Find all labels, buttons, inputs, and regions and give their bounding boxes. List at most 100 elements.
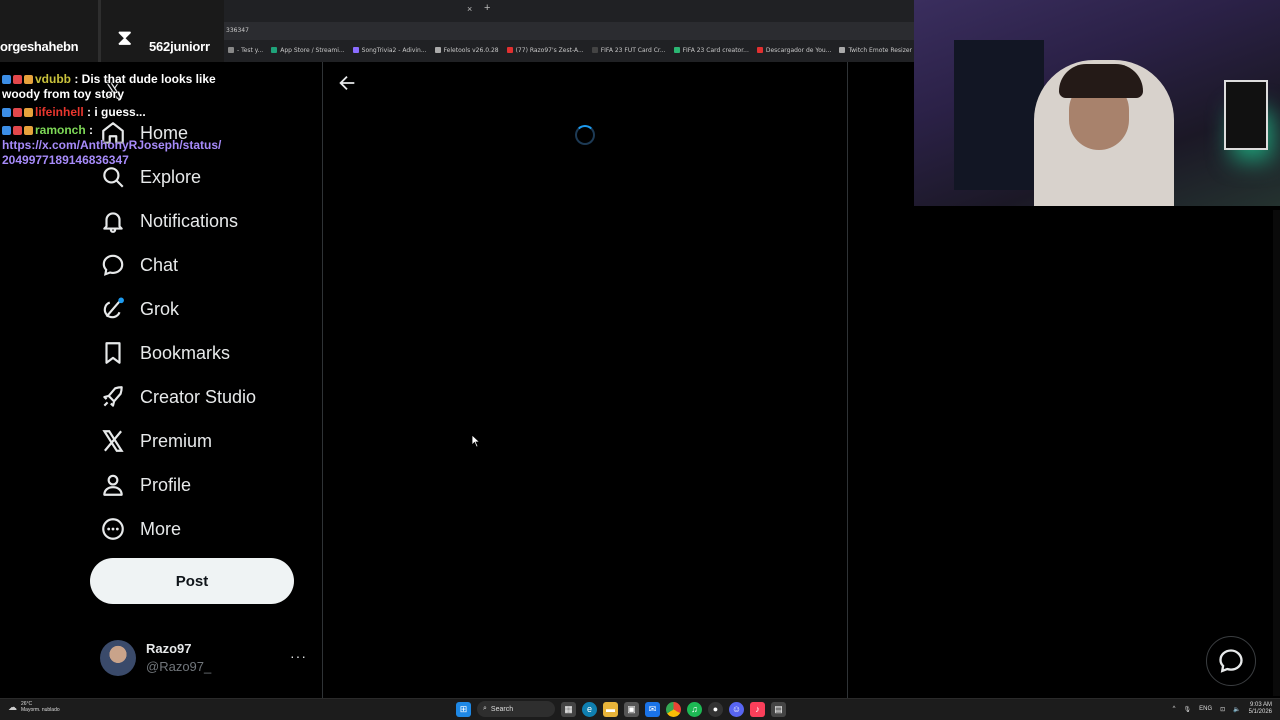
chat-message: lifeinhell : i guess... xyxy=(2,105,222,120)
widgets-icon[interactable]: ▦ xyxy=(561,701,576,717)
back-arrow-icon[interactable] xyxy=(336,72,358,94)
bookmark-item[interactable]: FIFA 23 FUT Card Cr... xyxy=(591,46,666,54)
avatar xyxy=(100,640,136,676)
system-tray: ^ 🎙 ENG ⊡ 🔈 9:03 AM 5/1/2026 xyxy=(1173,702,1272,716)
chevron-up-icon[interactable]: ^ xyxy=(1173,706,1176,712)
bookmark-item[interactable]: Descargador de You... xyxy=(756,46,832,54)
webcam-feed xyxy=(914,0,1280,206)
stream-chat: vdubb : Dis that dude looks like woody f… xyxy=(2,72,222,171)
music-icon[interactable]: ♪ xyxy=(750,701,765,717)
bookmark-favicon-icon xyxy=(506,47,513,53)
bookmark-label: SongTrivia2 - Adivin... xyxy=(361,46,427,54)
new-tab-icon[interactable]: + xyxy=(484,2,490,14)
chat-username: vdubb xyxy=(35,72,71,86)
app-icon[interactable]: ▤ xyxy=(771,701,786,717)
more-circle-icon xyxy=(102,518,124,540)
clock-time: 9:03 AM xyxy=(1249,702,1272,708)
sidebar-item-more[interactable]: More xyxy=(98,507,181,551)
address-bar[interactable]: 336347 xyxy=(224,22,914,40)
hourglass-icon: ⧗ xyxy=(117,25,133,50)
bookmark-icon xyxy=(105,342,121,364)
sidebar-item-label: More xyxy=(140,518,182,539)
bookmark-item[interactable]: (77) Razo97's Zest-A... xyxy=(506,47,584,54)
more-dots-icon[interactable]: ··· xyxy=(290,648,307,664)
chat-badge-icon xyxy=(13,75,22,84)
taskbar-search[interactable]: ⌕ Search xyxy=(477,701,555,717)
sidebar-item-notifications[interactable]: Notifications xyxy=(98,199,238,243)
search-label: Search xyxy=(490,705,514,713)
bookmark-favicon-icon xyxy=(434,47,441,53)
account-switcher[interactable]: Razo97 @Razo97_ ··· xyxy=(100,638,310,676)
divider xyxy=(98,0,101,62)
sidebar-item-bookmarks[interactable]: Bookmarks xyxy=(98,331,230,375)
divider xyxy=(322,62,323,698)
spotify-icon[interactable]: ♫ xyxy=(687,701,702,717)
clock[interactable]: 9:03 AM 5/1/2026 xyxy=(1249,702,1272,716)
bookmark-favicon-icon xyxy=(673,47,680,53)
sidebar-item-label: Notifications xyxy=(140,210,239,231)
sidebar-item-label: Premium xyxy=(140,430,213,451)
bookmark-label: Twitch Emote Resizer xyxy=(848,46,913,54)
sidebar-item-label: Grok xyxy=(140,298,180,319)
bookmark-item[interactable]: FIFA 23 Card creator... xyxy=(673,47,749,54)
chat-fab-button[interactable] xyxy=(1206,636,1256,686)
network-icon[interactable]: ⊡ xyxy=(1220,706,1225,713)
chat-badge-icon xyxy=(2,108,11,117)
account-name: Razo97 xyxy=(146,641,192,656)
chat-badge-icon xyxy=(24,75,33,84)
webcam-wall-frame xyxy=(1224,80,1268,150)
sidebar-item-chat[interactable]: Chat xyxy=(98,243,178,287)
bookmark-label: FIFA 23 FUT Card Cr... xyxy=(600,46,666,54)
search-icon: ⌕ xyxy=(483,705,487,712)
sidebar-item-label: Bookmarks xyxy=(140,342,231,363)
chat-badge-icon xyxy=(24,108,33,117)
bookmark-item[interactable]: Feletools v26.0.28 xyxy=(434,47,499,54)
language-indicator[interactable]: ENG xyxy=(1199,706,1212,712)
bookmarks-bar: - Test y... App Store / Streami... SongTri… xyxy=(224,40,977,60)
windows-start-icon[interactable]: ⊞ xyxy=(456,701,471,717)
scrollbar[interactable] xyxy=(1273,210,1280,696)
chat-header-user: orgeshahebn xyxy=(0,39,79,54)
mic-icon[interactable]: 🎙 xyxy=(1183,706,1191,713)
mail-icon[interactable]: ✉ xyxy=(645,701,660,717)
folder-icon[interactable]: ▬ xyxy=(603,701,618,717)
rocket-icon xyxy=(103,386,123,407)
weather-widget[interactable]: ☁ 26°C Mayorm. nublado xyxy=(8,701,60,713)
sidebar-item-label: Chat xyxy=(140,254,179,275)
chat-username: ramonch xyxy=(35,123,86,137)
volume-icon[interactable]: 🔈 xyxy=(1233,706,1240,713)
bookmark-favicon-icon xyxy=(352,47,359,53)
store-icon[interactable]: ▣ xyxy=(624,701,639,717)
edge-icon[interactable]: e xyxy=(582,701,597,717)
sidebar-item-premium[interactable]: Premium xyxy=(98,419,212,463)
sidebar-item-creator-studio[interactable]: Creator Studio xyxy=(98,375,256,419)
chat-badge-icon xyxy=(2,126,11,135)
chat-link[interactable]: https://x.com/AnthonyRJoseph/status/2049… xyxy=(2,138,221,167)
chat-header-user: 562juniorr xyxy=(149,39,210,54)
discord-icon[interactable]: ☺ xyxy=(729,701,744,717)
bookmark-item[interactable]: - Test y... xyxy=(228,47,263,54)
tab-strip: × + xyxy=(224,0,914,22)
bookmark-item[interactable]: Twitch Emote Resizer xyxy=(839,47,912,54)
x-logo-icon xyxy=(102,430,124,452)
account-handle: @Razo97_ xyxy=(146,659,212,674)
webcam-window xyxy=(954,40,1044,190)
bookmark-item[interactable]: SongTrivia2 - Adivin... xyxy=(352,46,427,54)
obs-icon[interactable]: ● xyxy=(708,701,723,717)
bookmark-favicon-icon xyxy=(839,47,846,53)
bookmark-label: Descargador de You... xyxy=(765,46,832,54)
bookmark-label: - Test y... xyxy=(237,46,264,54)
chat-message: vdubb : Dis that dude looks like woody f… xyxy=(2,72,222,102)
chat-overlay-header: orgeshahebn ⧗ 562juniorr xyxy=(0,0,224,62)
url-text: 336347 xyxy=(226,27,249,34)
bookmark-label: App Store / Streami... xyxy=(280,46,345,54)
sidebar-item-grok[interactable]: Grok xyxy=(98,287,179,331)
chrome-icon[interactable] xyxy=(666,701,681,717)
post-button[interactable]: Post xyxy=(90,558,294,604)
sidebar-item-profile[interactable]: Profile xyxy=(98,463,191,507)
mouse-cursor-icon xyxy=(471,434,481,448)
bookmark-item[interactable]: App Store / Streami... xyxy=(271,46,345,54)
tab-close-icon[interactable]: × xyxy=(467,4,472,14)
chat-message: ramonch : https://x.com/AnthonyRJoseph/st… xyxy=(2,123,222,168)
taskbar: ☁ 26°C Mayorm. nublado ⊞ ⌕ Search ▦ e ▬ … xyxy=(0,698,1280,720)
